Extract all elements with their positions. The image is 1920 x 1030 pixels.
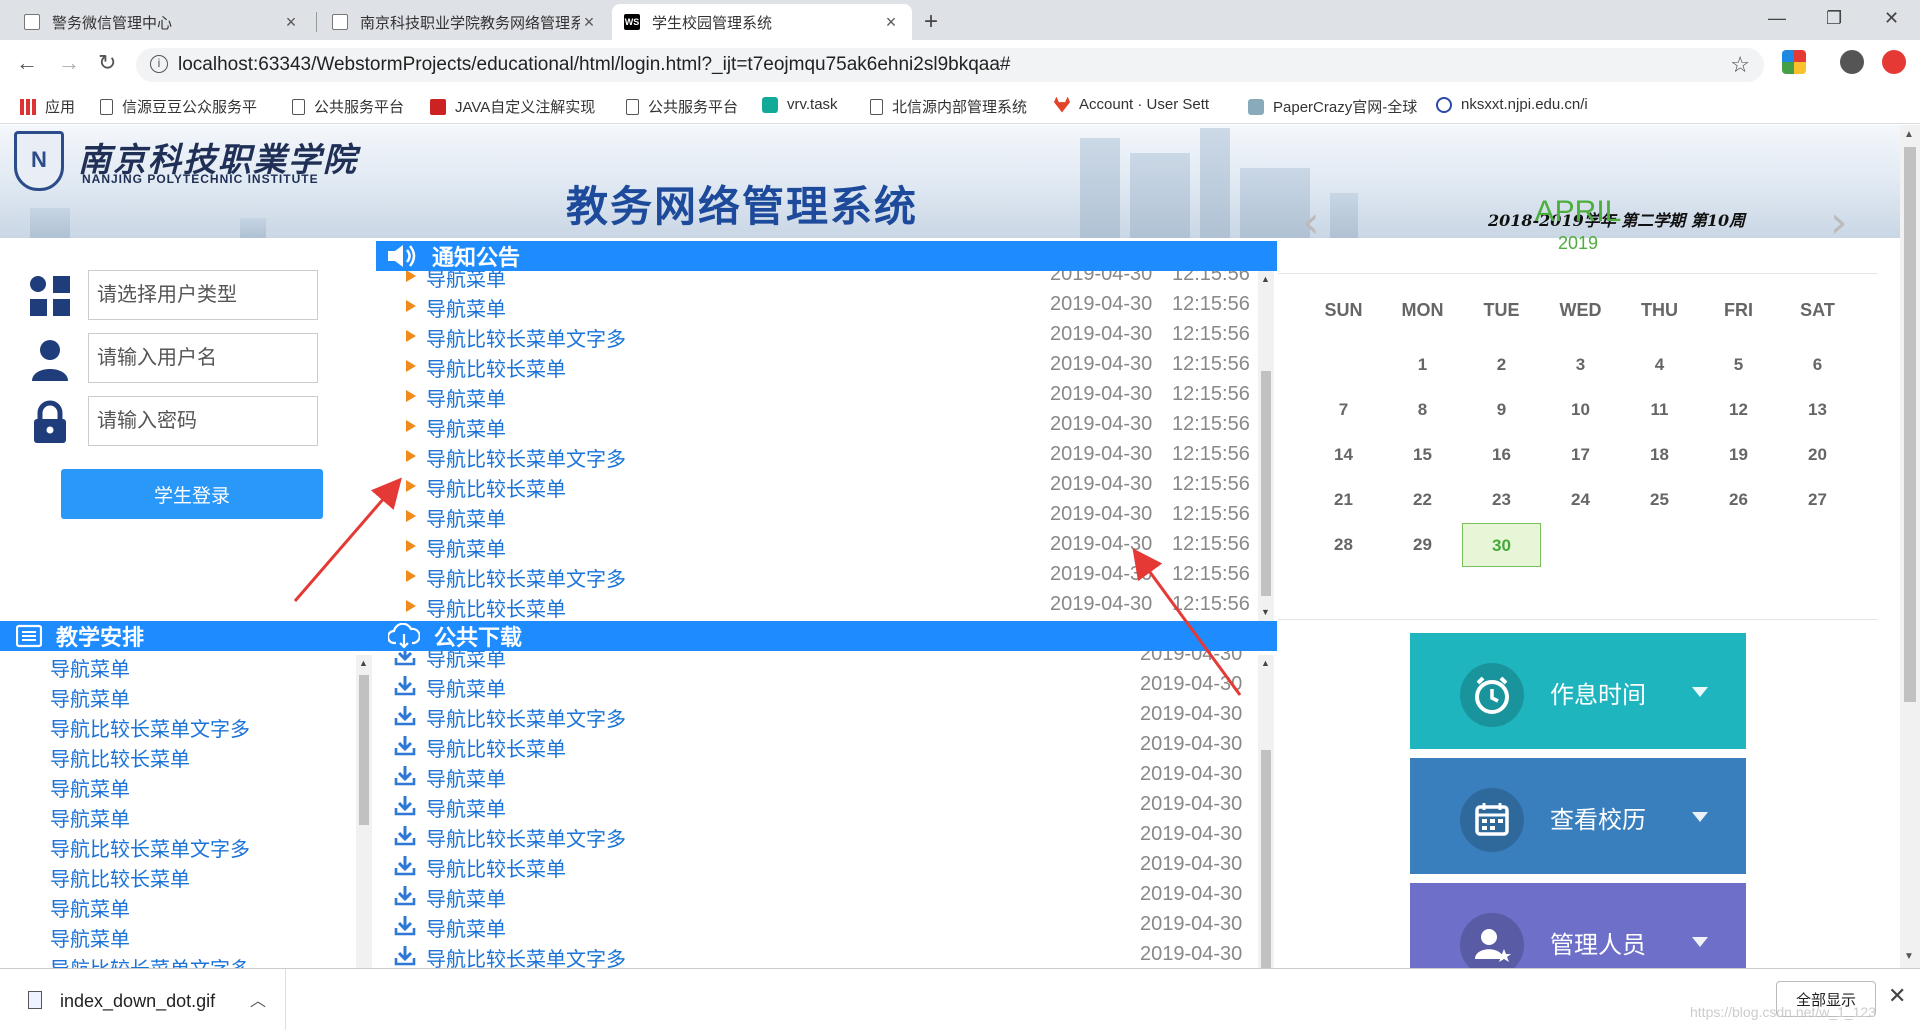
arrow-to-notice-item <box>293 477 402 602</box>
bookmark-6[interactable]: 北信源内部管理系统 <box>870 96 1027 117</box>
download-filename: index_down_dot.gif <box>60 991 216 1011</box>
bookmark-2[interactable]: 公共服务平台 <box>292 96 404 117</box>
globe-icon <box>1436 96 1452 113</box>
bookmark-8[interactable]: PaperCrazy官网-全球 <box>1248 96 1417 117</box>
close-window-icon[interactable]: ✕ <box>1884 8 1899 29</box>
apps-icon <box>20 98 36 115</box>
tab-2-active[interactable]: WS 学生校园管理系统 × <box>612 4 912 40</box>
tab-title: 学生校园管理系统 <box>652 14 773 32</box>
page-scrollbar[interactable]: ▲ ▼ <box>1900 125 1920 968</box>
java-icon <box>430 98 446 115</box>
scroll-up-icon[interactable]: ▲ <box>1904 129 1914 140</box>
vrv-icon <box>762 96 778 113</box>
bookmark-5[interactable]: vrv.task <box>762 96 838 113</box>
bookmark-star-icon[interactable]: ☆ <box>1730 52 1750 78</box>
webstorm-icon: WS <box>624 14 640 30</box>
chevron-up-icon[interactable]: ︿ <box>250 987 266 1011</box>
address-bar[interactable]: i localhost:63343/WebstormProjects/educa… <box>136 48 1764 82</box>
info-icon[interactable]: i <box>150 55 168 73</box>
update-icon[interactable] <box>1882 50 1906 74</box>
bookmark-7[interactable]: Account · User Sett <box>1054 96 1209 113</box>
browser-tab-bar: 警务微信管理中心 × 南京科技职业学院教务网络管理系 × WS 学生校园管理系统… <box>0 0 1920 40</box>
watermark: https://blog.csdn.net/w_1_123 <box>1690 1004 1877 1020</box>
close-icon[interactable]: ✕ <box>1888 983 1906 1009</box>
bookmark-apps[interactable]: 应用 <box>20 96 75 117</box>
minimize-icon[interactable]: — <box>1768 8 1786 29</box>
address-url: localhost:63343/WebstormProjects/educati… <box>178 54 1011 75</box>
bookmark-label: Account · User Sett <box>1079 96 1210 113</box>
profile-icon[interactable] <box>1840 50 1864 74</box>
paper-icon <box>1248 98 1264 115</box>
bookmark-label: 北信源内部管理系统 <box>892 99 1028 116</box>
page-icon <box>332 14 348 30</box>
bookmark-label: 信源豆豆公众服务平 <box>122 99 258 116</box>
bookmark-label: PaperCrazy官网-全球 <box>1273 99 1418 116</box>
tab-title: 南京科技职业学院教务网络管理系 <box>360 14 580 32</box>
page-icon <box>100 98 113 115</box>
page-icon <box>870 98 883 115</box>
extension-icon[interactable] <box>1782 50 1806 74</box>
arrow-to-notice-date <box>1132 548 1242 696</box>
gitlab-icon <box>1054 96 1070 113</box>
scroll-thumb[interactable] <box>1904 147 1916 702</box>
new-tab-icon[interactable]: + <box>924 8 938 36</box>
tab-title: 警务微信管理中心 <box>52 14 173 32</box>
tab-1[interactable]: 南京科技职业学院教务网络管理系 × <box>320 4 610 40</box>
bookmark-label: vrv.task <box>787 96 838 113</box>
bookmark-label: 公共服务平台 <box>648 99 739 116</box>
page-viewport: N 南京科技职業学院 NANJING POLYTECHNIC INSTITUTE… <box>0 125 1920 968</box>
page-icon <box>626 98 639 115</box>
close-tab-icon[interactable]: × <box>882 12 900 33</box>
bookmarks-bar: 应用 信源豆豆公众服务平 公共服务平台 JAVA自定义注解实现 公共服务平台 v… <box>0 88 1920 124</box>
page-icon <box>24 14 40 30</box>
page-icon <box>292 98 305 115</box>
bookmark-label: nksxxt.njpi.edu.cn/i <box>1461 96 1588 113</box>
tab-separator <box>316 12 317 32</box>
close-tab-icon[interactable]: × <box>580 12 598 33</box>
bookmark-1[interactable]: 信源豆豆公众服务平 <box>100 96 257 117</box>
tab-0[interactable]: 警务微信管理中心 × <box>12 4 312 40</box>
back-icon[interactable]: ← <box>16 50 38 76</box>
browser-toolbar: ← → ↻ i localhost:63343/WebstormProjects… <box>0 40 1920 88</box>
annotation-arrows <box>293 477 1242 696</box>
bookmark-label: 应用 <box>45 99 76 116</box>
file-icon <box>28 991 42 1009</box>
forward-icon[interactable]: → <box>58 50 80 76</box>
bookmark-label: 公共服务平台 <box>314 99 405 116</box>
download-item[interactable]: index_down_dot.gif ︿ <box>0 969 286 1030</box>
bookmark-4[interactable]: 公共服务平台 <box>626 96 738 117</box>
reload-icon[interactable]: ↻ <box>98 50 116 76</box>
bookmark-3[interactable]: JAVA自定义注解实现 <box>430 96 595 117</box>
scroll-down-icon[interactable]: ▼ <box>1904 951 1914 962</box>
bookmark-9[interactable]: nksxxt.njpi.edu.cn/i <box>1436 96 1588 113</box>
download-bar: index_down_dot.gif ︿ 全部显示 ✕ <box>0 968 1920 1030</box>
bookmark-label: JAVA自定义注解实现 <box>455 99 596 116</box>
close-tab-icon[interactable]: × <box>282 12 300 33</box>
maximize-icon[interactable]: ❐ <box>1826 8 1842 29</box>
